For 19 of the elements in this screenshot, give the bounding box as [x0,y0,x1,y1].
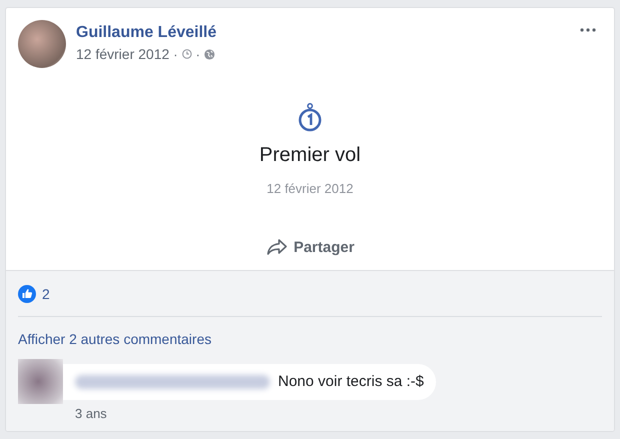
more-options-icon[interactable] [580,28,596,32]
globe-icon[interactable] [204,48,216,60]
clock-icon [182,49,192,59]
blurred-avatar-placeholder [18,359,63,404]
share-button[interactable]: Partager [258,232,362,262]
event-date: 12 février 2012 [266,181,354,196]
post-date[interactable]: 12 février 2012 [76,46,170,62]
view-more-comments-link[interactable]: Afficher 2 autres commentaires [18,331,212,347]
separator-dot: · [173,46,178,62]
comment-age[interactable]: 3 ans [75,406,107,421]
like-icon[interactable] [18,285,36,303]
avatar-photo-placeholder[interactable] [18,20,66,68]
stopwatch-number-icon [298,102,322,132]
event-title: Premier vol [259,144,361,167]
like-count[interactable]: 2 [42,286,50,302]
share-arrow-icon [266,238,288,256]
author-name[interactable]: Guillaume Léveillé [76,23,580,43]
comment-text: Nono voir tecris sa :-$ [278,373,424,390]
separator-dot: · [196,46,200,62]
